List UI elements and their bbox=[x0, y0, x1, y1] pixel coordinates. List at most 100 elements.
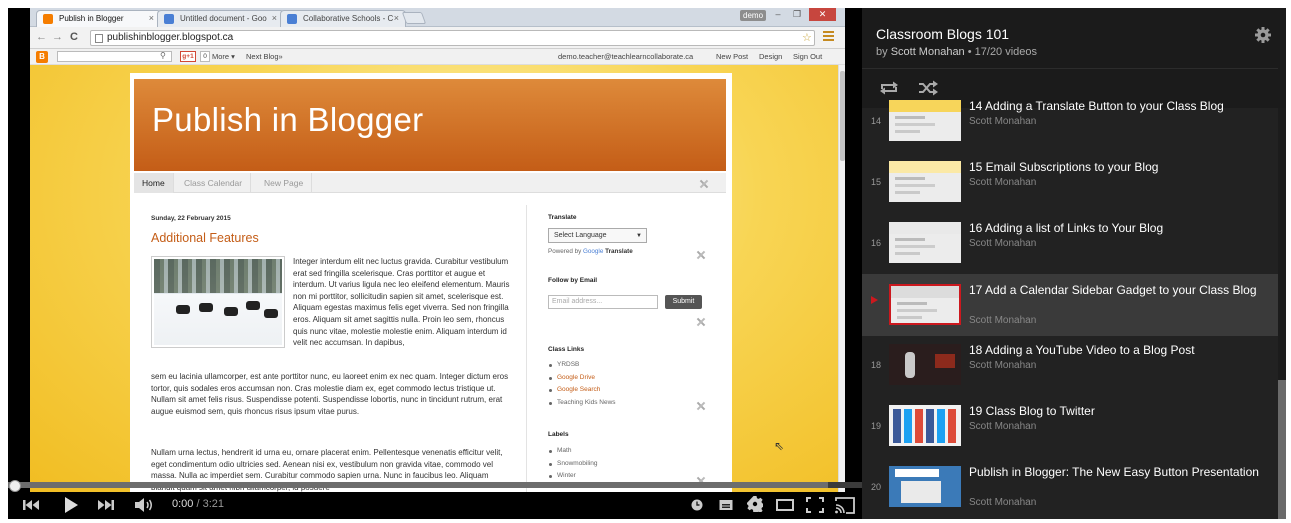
item-channel: Scott Monahan bbox=[969, 421, 1037, 432]
duration: 3:21 bbox=[202, 498, 225, 510]
item-channel: Scott Monahan bbox=[969, 315, 1037, 326]
item-channel: Scott Monahan bbox=[969, 177, 1037, 188]
calendar-favicon-icon bbox=[287, 14, 297, 24]
page-scrollbar bbox=[838, 65, 845, 492]
playlist-item[interactable]: 20 Publish in Blogger: The New Easy Butt… bbox=[862, 460, 1278, 519]
item-channel: Scott Monahan bbox=[969, 497, 1037, 508]
more-menu: More ▾ bbox=[212, 52, 235, 61]
sign-out-link: Sign Out bbox=[793, 52, 823, 61]
playlist-item[interactable]: 16 16 Adding a list of Links to Your Blo… bbox=[862, 216, 1278, 276]
playlist-item-current[interactable]: 17 Add a Calendar Sidebar Gadget to your… bbox=[862, 274, 1278, 336]
page-icon bbox=[95, 34, 103, 43]
blogger-navbar: B ⚲ g+1 0 More ▾ Next Blog» demo.teacher… bbox=[30, 49, 845, 65]
browser-toolbar: ← → C publishinblogger.blogspot.ca ☆ bbox=[30, 27, 845, 49]
video-screen[interactable]: Publish in Blogger × Untitled document -… bbox=[30, 8, 845, 492]
playlist-item[interactable]: 19 19 Class Blog to Twitter Scott Monaha… bbox=[862, 399, 1278, 459]
blog-page-tabs: Home Class Calendar New Page bbox=[134, 173, 726, 193]
blog-search-input bbox=[57, 51, 172, 62]
video-thumbnail bbox=[889, 284, 961, 325]
page-tab-home: Home bbox=[134, 173, 174, 193]
playlist-settings-gear-icon[interactable] bbox=[1255, 27, 1271, 43]
volume-icon[interactable] bbox=[134, 497, 154, 513]
current-time: 0:00 bbox=[172, 498, 194, 510]
playlist-item[interactable]: 18 18 Adding a YouTube Video to a Blog P… bbox=[862, 338, 1278, 398]
post-date: Sunday, 22 February 2015 bbox=[151, 215, 231, 222]
edit-tools-icon bbox=[698, 178, 709, 189]
video-progress-bar[interactable] bbox=[8, 482, 862, 488]
email-subscribe-input: Email address... bbox=[548, 295, 658, 309]
submit-button: Submit bbox=[665, 295, 702, 309]
item-index: 16 bbox=[870, 238, 881, 248]
playlist-item[interactable]: 15 15 Email Subscriptions to your Blog S… bbox=[862, 155, 1278, 215]
fullscreen-icon[interactable] bbox=[806, 497, 824, 513]
time-display: 0:00 / 3:21 bbox=[172, 498, 225, 510]
video-thumbnail bbox=[889, 100, 961, 141]
video-thumbnail bbox=[889, 344, 961, 385]
buffered-bar bbox=[8, 482, 828, 488]
class-links-heading: Class Links bbox=[548, 346, 585, 353]
playlist-item[interactable]: 14 14 Adding a Translate Button to your … bbox=[862, 94, 1278, 154]
item-index: 14 bbox=[870, 116, 881, 126]
settings-gear-icon[interactable] bbox=[747, 496, 763, 512]
now-playing-indicator-icon bbox=[871, 296, 878, 304]
close-tab-icon: × bbox=[148, 13, 154, 23]
list-item: Google Search bbox=[548, 386, 616, 399]
labels-list: Math Snowmobiling Winter bbox=[548, 447, 597, 485]
follow-by-email-heading: Follow by Email bbox=[548, 277, 598, 284]
video-player[interactable]: Publish in Blogger × Untitled document -… bbox=[8, 8, 862, 519]
class-links-list: YRDSB Google Drive Google Search Teachin… bbox=[548, 361, 616, 411]
maximize-icon: ❐ bbox=[792, 9, 802, 19]
item-index: 15 bbox=[870, 177, 881, 187]
item-index: 18 bbox=[870, 360, 881, 370]
item-channel: Scott Monahan bbox=[969, 360, 1037, 371]
playlist-subtitle: by Scott Monahan • 17/20 videos bbox=[876, 46, 1038, 58]
post-paragraph-1: sem eu lacinia ullamcorper, est ante por… bbox=[151, 372, 509, 416]
page-scrollbar-thumb bbox=[840, 71, 845, 161]
playlist-scrollbar-thumb[interactable] bbox=[1278, 380, 1286, 519]
minimize-icon: – bbox=[775, 9, 781, 19]
edit-tools-icon bbox=[695, 249, 706, 260]
playlist-position: • 17/20 videos bbox=[964, 46, 1038, 58]
profile-badge: demo bbox=[740, 10, 767, 21]
progress-scrubber-handle[interactable] bbox=[9, 480, 21, 492]
video-thumbnail bbox=[889, 405, 961, 446]
previous-icon[interactable] bbox=[22, 498, 40, 512]
blogger-logo-icon: B bbox=[36, 51, 48, 63]
video-thumbnail bbox=[889, 161, 961, 202]
playlist-scrollbar[interactable] bbox=[1278, 108, 1286, 519]
list-item: YRDSB bbox=[548, 361, 616, 374]
item-index: 19 bbox=[870, 421, 881, 431]
language-select: Select Language ▼ bbox=[548, 228, 647, 243]
item-title: 18 Adding a YouTube Video to a Blog Post bbox=[969, 343, 1195, 357]
item-title: 19 Class Blog to Twitter bbox=[969, 404, 1095, 418]
list-item: Google Drive bbox=[548, 374, 616, 387]
theater-mode-icon[interactable] bbox=[776, 499, 794, 511]
list-item: Snowmobiling bbox=[548, 460, 597, 473]
next-icon[interactable] bbox=[97, 498, 115, 512]
page-tab-class-calendar: Class Calendar bbox=[176, 173, 252, 193]
tab-title: Collaborative Schools - C bbox=[303, 14, 394, 23]
browser-tab-collaborative-schools: Collaborative Schools - C × bbox=[280, 10, 406, 27]
blog-header: Publish in Blogger bbox=[134, 79, 726, 171]
browser-tab-strip: Publish in Blogger × Untitled document -… bbox=[30, 8, 845, 27]
item-channel: Scott Monahan bbox=[969, 238, 1037, 249]
powered-by-google-translate: Powered by Google Translate bbox=[548, 248, 633, 255]
captions-icon[interactable] bbox=[719, 499, 733, 511]
account-email: demo.teacher@teachlearncollaborate.ca bbox=[558, 52, 694, 61]
playlist-title[interactable]: Classroom Blogs 101 bbox=[876, 26, 1009, 42]
blog-page: Publish in Blogger Home Class Calendar N… bbox=[130, 73, 732, 492]
back-arrow-icon: ← bbox=[36, 31, 47, 43]
watch-later-icon[interactable] bbox=[691, 499, 703, 511]
blog-sidebar: Translate Select Language ▼ Powered by G… bbox=[526, 205, 716, 492]
list-item: Teaching Kids News bbox=[548, 399, 616, 412]
cast-icon[interactable] bbox=[834, 497, 856, 514]
blogger-favicon-icon bbox=[43, 14, 53, 24]
video-thumbnail bbox=[889, 222, 961, 263]
list-item: Math bbox=[548, 447, 597, 460]
labels-heading: Labels bbox=[548, 431, 569, 438]
item-channel: Scott Monahan bbox=[969, 116, 1037, 127]
playlist-author[interactable]: Scott Monahan bbox=[891, 46, 965, 58]
play-icon[interactable] bbox=[63, 496, 79, 514]
browser-tab-publish-in-blogger: Publish in Blogger × bbox=[36, 10, 161, 27]
plus-one-count: 0 bbox=[200, 51, 210, 62]
